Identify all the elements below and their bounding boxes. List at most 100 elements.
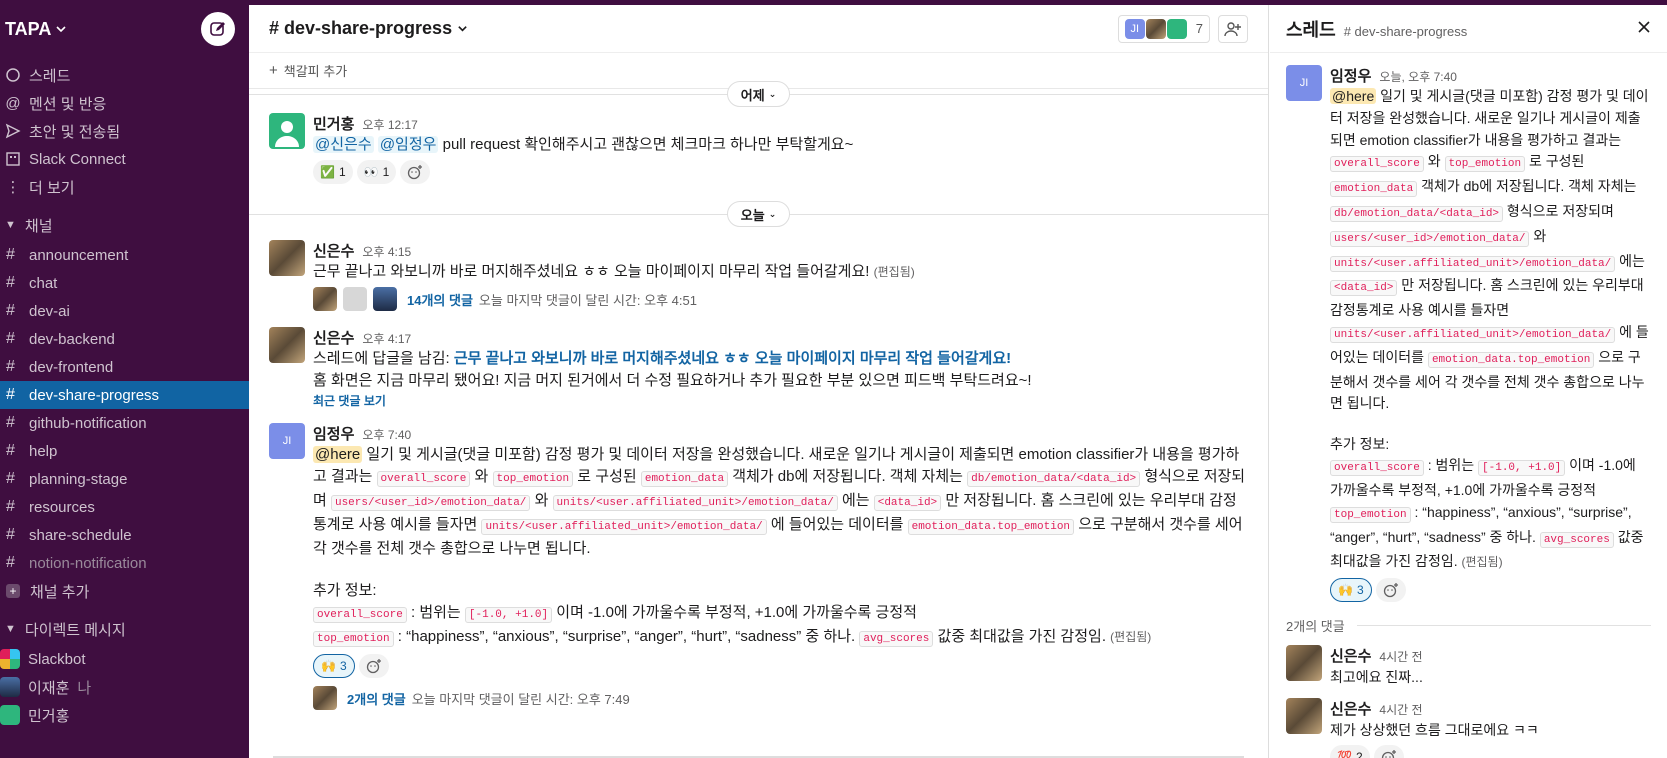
- reaction[interactable]: 🙌 3: [1330, 578, 1372, 603]
- add-reaction-button[interactable]: [358, 654, 389, 678]
- thread-title: 스레드: [1286, 19, 1336, 40]
- message-time[interactable]: 오후 12:17: [362, 116, 417, 133]
- channel-label: announcement: [29, 246, 129, 264]
- message-text: 스레드에 답글을 남김: 근무 끝나고 와보니까 바로 머지해주셨네요 ㅎㅎ 오…: [313, 348, 1248, 370]
- add-reaction-button[interactable]: [1375, 578, 1406, 603]
- compose-button[interactable]: [201, 12, 235, 46]
- dm-item-slackbot[interactable]: Slackbot: [0, 645, 249, 673]
- thread-summary[interactable]: 14개의 댓글 오늘 마지막 댓글이 달린 시간: 오후 4:51: [313, 287, 1248, 311]
- sidebar-item-channel[interactable]: # dev-frontend: [0, 353, 249, 381]
- sidebar-item-channel[interactable]: # announcement: [0, 241, 249, 269]
- message-author[interactable]: 신은수: [1330, 698, 1371, 719]
- reaction-count: 1: [382, 165, 390, 179]
- inline-code: emotion_data.top_emotion: [1427, 351, 1595, 368]
- caret-down-icon: ▼: [5, 623, 16, 635]
- avatar[interactable]: [269, 113, 305, 149]
- dm-item-self[interactable]: 이재훈 나: [0, 673, 249, 701]
- thread-summary[interactable]: 2개의 댓글 오늘 마지막 댓글이 달린 시간: 오후 7:49: [313, 686, 1248, 710]
- reaction[interactable]: ✅ 1: [313, 160, 353, 184]
- nav-threads[interactable]: 스레드: [0, 61, 249, 89]
- reply-count-link[interactable]: 2개의 댓글: [347, 689, 406, 708]
- nav-mentions[interactable]: @ 멘션 및 반응: [0, 89, 249, 117]
- inline-code: [-1.0, +1.0]: [464, 607, 553, 623]
- reaction-emoji: 👀: [363, 165, 379, 179]
- sidebar-item-channel-muted[interactable]: # notion-notification: [0, 549, 249, 577]
- reaction-count: 3: [1356, 583, 1364, 598]
- message-author[interactable]: 임정우: [313, 423, 354, 444]
- add-reaction-button[interactable]: [400, 160, 431, 184]
- channel-label: share-schedule: [29, 526, 132, 544]
- channels-section-header[interactable]: ▼ 채널: [0, 209, 249, 241]
- inline-code: emotion_data: [640, 471, 729, 487]
- here-mention[interactable]: @here: [313, 446, 363, 463]
- dm-section-header[interactable]: ▼ 다이렉트 메시지: [0, 613, 249, 645]
- chevron-down-icon: [458, 26, 467, 32]
- message-time[interactable]: 오늘, 오후 7:40: [1379, 68, 1457, 85]
- message-time[interactable]: 4시간 전: [1379, 648, 1422, 665]
- reaction[interactable]: 💯 2: [1330, 745, 1370, 758]
- thread-channel-link[interactable]: # dev-share-progress: [1344, 24, 1468, 39]
- nav-more[interactable]: ⋮ 더 보기: [0, 173, 249, 201]
- nav-label: 스레드: [29, 67, 71, 85]
- avatar[interactable]: [1286, 698, 1322, 735]
- chevron-down-icon: ⌄: [768, 208, 777, 219]
- sidebar-item-channel[interactable]: # chat: [0, 269, 249, 297]
- inline-code: units/<user.affiliated_unit>/emotion_dat…: [1330, 255, 1616, 272]
- avatar[interactable]: JI: [1286, 65, 1322, 101]
- sidebar-item-channel[interactable]: # help: [0, 437, 249, 465]
- message-author[interactable]: 민거홍: [313, 113, 354, 134]
- message-author[interactable]: 임정우: [1330, 65, 1371, 86]
- quoted-parent-link[interactable]: 근무 끝나고 와보니까 바로 머지해주셨네요 ㅎㅎ 오늘 마이페이지 마무리 작…: [454, 350, 1011, 367]
- user-mention[interactable]: @임정우: [377, 136, 439, 153]
- workspace-name: TAPA: [5, 18, 52, 39]
- sidebar-item-channel[interactable]: # planning-stage: [0, 465, 249, 493]
- channel-view: # dev-share-progress JI 7 + 책갈피 추가 어제 ⌄: [249, 5, 1269, 758]
- members-button[interactable]: JI 7: [1117, 14, 1210, 43]
- here-mention[interactable]: @here: [1330, 88, 1377, 104]
- section-label: 채널: [24, 217, 53, 235]
- nav-slack-connect[interactable]: Slack Connect: [0, 145, 249, 173]
- message-time[interactable]: 오후 7:40: [362, 426, 411, 443]
- nav-drafts[interactable]: 초안 및 전송됨: [0, 117, 249, 145]
- hash-icon: #: [6, 386, 15, 403]
- nav-label: Slack Connect: [29, 150, 126, 168]
- inline-code: emotion_data: [1330, 181, 1418, 198]
- avatar[interactable]: [269, 240, 305, 276]
- close-thread-button[interactable]: [1637, 20, 1651, 38]
- day-pill-yesterday[interactable]: 어제 ⌄: [726, 81, 791, 107]
- message: 신은수 오후 4:17 스레드에 답글을 남김: 근무 끝나고 와보니까 바로 …: [249, 317, 1268, 415]
- sidebar-item-channel[interactable]: # github-notification: [0, 409, 249, 437]
- message-time[interactable]: 오후 4:17: [362, 330, 411, 347]
- add-reaction-button[interactable]: [1373, 745, 1404, 758]
- emoji-add-icon: [366, 659, 381, 674]
- sidebar-item-channel[interactable]: # resources: [0, 493, 249, 521]
- message-time[interactable]: 4시간 전: [1379, 701, 1422, 718]
- avatar[interactable]: [269, 327, 305, 363]
- sidebar-item-channel-active[interactable]: # dev-share-progress: [0, 381, 249, 409]
- dm-label: 민거홍: [28, 707, 70, 725]
- message-author[interactable]: 신은수: [1330, 645, 1371, 666]
- user-mention[interactable]: @신은수: [313, 136, 374, 153]
- sidebar-item-channel[interactable]: # share-schedule: [0, 521, 249, 549]
- avatar[interactable]: [1286, 645, 1322, 682]
- add-channel-button[interactable]: + 채널 추가: [0, 577, 249, 605]
- avatar[interactable]: JI: [269, 423, 305, 459]
- dm-item[interactable]: 민거홍: [0, 701, 249, 729]
- avatar: [0, 705, 20, 725]
- channel-title-button[interactable]: # dev-share-progress: [269, 18, 468, 39]
- day-pill-today[interactable]: 오늘 ⌄: [726, 201, 791, 227]
- message-author[interactable]: 신은수: [313, 240, 354, 261]
- reply-count-link[interactable]: 14개의 댓글: [407, 290, 473, 309]
- sidebar-item-channel[interactable]: # dev-ai: [0, 297, 249, 325]
- add-member-button[interactable]: [1218, 14, 1248, 43]
- reaction[interactable]: 👀 1: [356, 160, 397, 184]
- workspace-switcher[interactable]: TAPA: [5, 19, 67, 40]
- sidebar-item-channel[interactable]: # dev-backend: [0, 325, 249, 353]
- view-recent-replies-link[interactable]: 최근 댓글 보기: [313, 392, 1248, 409]
- reaction[interactable]: 🙌 3: [313, 654, 355, 678]
- message-author[interactable]: 신은수: [313, 327, 354, 348]
- channel-label: notion-notification: [29, 554, 147, 572]
- member-avatar: [1166, 18, 1187, 39]
- message-time[interactable]: 오후 4:15: [362, 243, 411, 260]
- inline-code: units/<user.affiliated_unit>/emotion_dat…: [481, 519, 767, 535]
